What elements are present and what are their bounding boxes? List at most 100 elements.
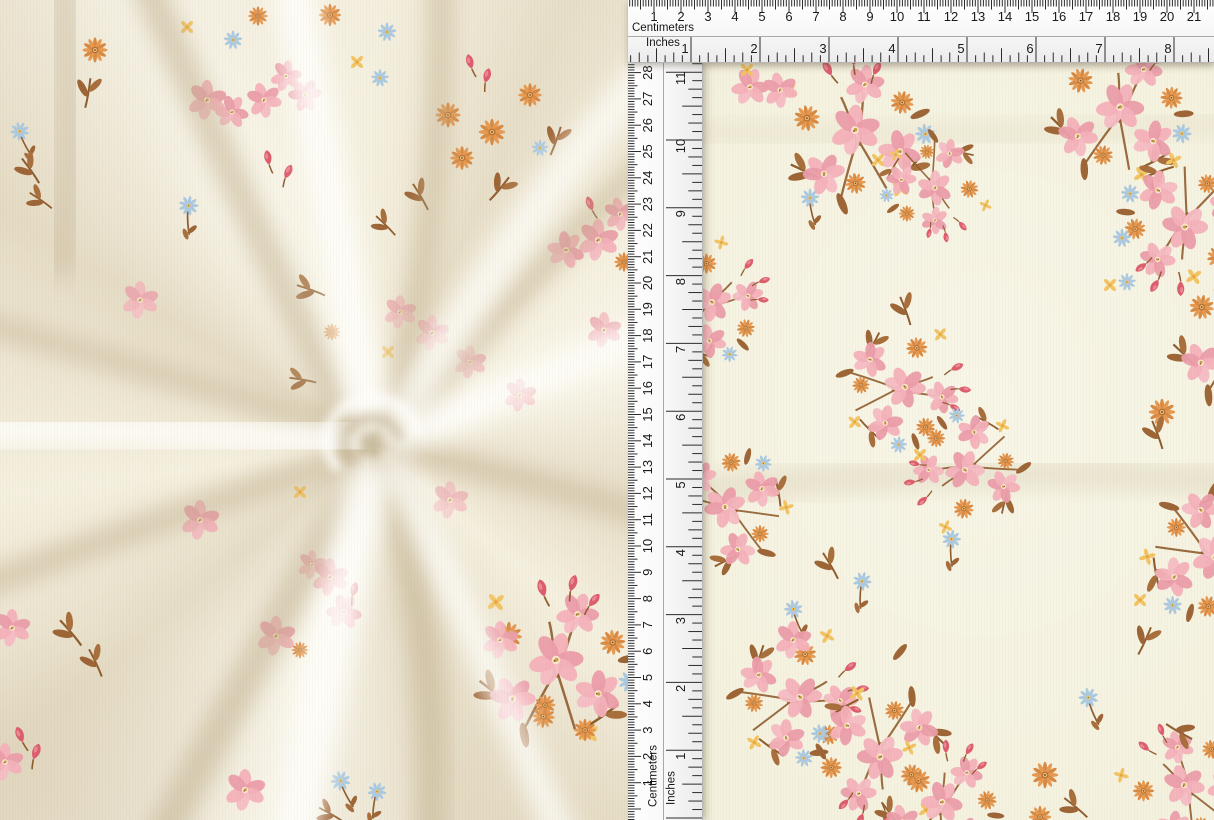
svg-text:4: 4 bbox=[673, 549, 688, 556]
svg-text:11: 11 bbox=[673, 71, 688, 85]
fabric-product-photo: 1234567891011121314151617181920211234567… bbox=[0, 0, 1214, 820]
bluesprig-motif bbox=[845, 570, 877, 616]
svg-text:21: 21 bbox=[640, 249, 655, 263]
vertical-ruler-ticks: 1234567891011121314151617181920212223242… bbox=[628, 62, 702, 820]
yellow-motif bbox=[381, 345, 395, 359]
blue-motif bbox=[371, 69, 389, 87]
bluesprig-motif bbox=[173, 194, 204, 242]
orange-motif bbox=[292, 642, 309, 659]
svg-text:4: 4 bbox=[640, 700, 655, 707]
bluesprig-motif bbox=[357, 779, 392, 820]
svg-text:10: 10 bbox=[673, 139, 688, 153]
centimeters-label: Centimeters bbox=[632, 23, 694, 34]
pink-motif bbox=[431, 481, 470, 520]
svg-text:17: 17 bbox=[1079, 9, 1093, 24]
svg-text:21: 21 bbox=[1187, 9, 1201, 24]
svg-text:7: 7 bbox=[673, 346, 688, 353]
svg-text:10: 10 bbox=[640, 539, 655, 553]
svg-text:1: 1 bbox=[673, 753, 688, 760]
svg-text:8: 8 bbox=[673, 278, 688, 285]
orange-motif bbox=[479, 119, 506, 146]
svg-text:6: 6 bbox=[1026, 41, 1033, 56]
inches-label: Inches bbox=[646, 38, 680, 49]
svg-text:8: 8 bbox=[640, 595, 655, 602]
orange-motif bbox=[319, 4, 341, 26]
blue-motif bbox=[531, 140, 548, 157]
svg-text:22: 22 bbox=[640, 223, 655, 237]
svg-text:8: 8 bbox=[839, 9, 846, 24]
svg-text:17: 17 bbox=[640, 355, 655, 369]
svg-text:14: 14 bbox=[998, 9, 1012, 24]
bluesprig-motif bbox=[936, 528, 965, 573]
svg-text:9: 9 bbox=[866, 9, 873, 24]
blue-motif bbox=[377, 23, 396, 42]
svg-text:10: 10 bbox=[890, 9, 904, 24]
flower-bouquet bbox=[702, 216, 797, 388]
svg-text:15: 15 bbox=[1025, 9, 1039, 24]
svg-text:3: 3 bbox=[704, 9, 711, 24]
svg-text:7: 7 bbox=[812, 9, 819, 24]
svg-text:13: 13 bbox=[971, 9, 985, 24]
inches-label: Inches bbox=[667, 771, 678, 805]
svg-text:20: 20 bbox=[640, 276, 655, 290]
pink-motif bbox=[224, 769, 267, 812]
yellow-motif bbox=[1133, 593, 1147, 607]
svg-text:25: 25 bbox=[640, 144, 655, 158]
svg-text:1: 1 bbox=[681, 41, 688, 56]
bud-motif bbox=[464, 53, 477, 78]
yellow-motif bbox=[350, 55, 364, 69]
svg-text:9: 9 bbox=[640, 569, 655, 576]
svg-text:23: 23 bbox=[640, 197, 655, 211]
svg-text:11: 11 bbox=[640, 513, 655, 527]
svg-text:16: 16 bbox=[1052, 9, 1066, 24]
yellow-motif bbox=[1103, 278, 1117, 292]
vertical-ruler: 1234567891011121314151617181920212223242… bbox=[628, 62, 703, 820]
pink-motif bbox=[121, 281, 160, 320]
bluesprig-motif bbox=[8, 119, 40, 165]
svg-text:7: 7 bbox=[640, 621, 655, 628]
leafpair-motif bbox=[365, 206, 404, 245]
svg-text:18: 18 bbox=[640, 328, 655, 342]
yellow-motif bbox=[913, 448, 927, 462]
leafpair-motif bbox=[1125, 619, 1164, 661]
svg-text:20: 20 bbox=[1160, 9, 1174, 24]
svg-text:26: 26 bbox=[640, 118, 655, 132]
svg-text:4: 4 bbox=[888, 41, 895, 56]
floral-print-motifs bbox=[702, 62, 1214, 820]
svg-text:8: 8 bbox=[1164, 41, 1171, 56]
bud-motif bbox=[13, 725, 29, 752]
bud-motif bbox=[263, 150, 274, 175]
flower-bouquet bbox=[702, 417, 817, 599]
bluesprig-motif bbox=[328, 768, 362, 817]
bud-motif bbox=[479, 67, 492, 92]
svg-text:9: 9 bbox=[673, 210, 688, 217]
orange-motif bbox=[518, 83, 542, 107]
yellow-motif bbox=[871, 153, 885, 167]
leafpair-motif bbox=[886, 290, 924, 330]
svg-text:12: 12 bbox=[944, 9, 958, 24]
svg-text:24: 24 bbox=[640, 171, 655, 185]
blue-motif bbox=[223, 31, 242, 50]
horizontal-ruler-ticks: 1234567891011121314151617181920211234567… bbox=[628, 0, 1214, 62]
svg-text:6: 6 bbox=[785, 9, 792, 24]
svg-text:28: 28 bbox=[640, 65, 655, 79]
svg-text:3: 3 bbox=[640, 726, 655, 733]
leafpair-motif bbox=[809, 544, 850, 586]
orange-motif bbox=[248, 6, 268, 26]
fabric-print-right bbox=[702, 62, 1214, 820]
horizontal-ruler: 1234567891011121314151617181920211234567… bbox=[628, 0, 1214, 63]
svg-text:15: 15 bbox=[640, 407, 655, 421]
svg-text:6: 6 bbox=[640, 648, 655, 655]
svg-text:5: 5 bbox=[758, 9, 765, 24]
leafpair-motif bbox=[1053, 786, 1096, 820]
svg-text:5: 5 bbox=[673, 481, 688, 488]
svg-text:3: 3 bbox=[673, 617, 688, 624]
svg-text:5: 5 bbox=[957, 41, 964, 56]
svg-text:5: 5 bbox=[640, 674, 655, 681]
svg-text:7: 7 bbox=[1095, 41, 1102, 56]
bluesprig-motif bbox=[1077, 686, 1108, 734]
fabric-drape-photo bbox=[0, 0, 628, 820]
svg-text:14: 14 bbox=[640, 434, 655, 448]
svg-text:27: 27 bbox=[640, 92, 655, 106]
bluesprig-motif bbox=[800, 189, 822, 231]
